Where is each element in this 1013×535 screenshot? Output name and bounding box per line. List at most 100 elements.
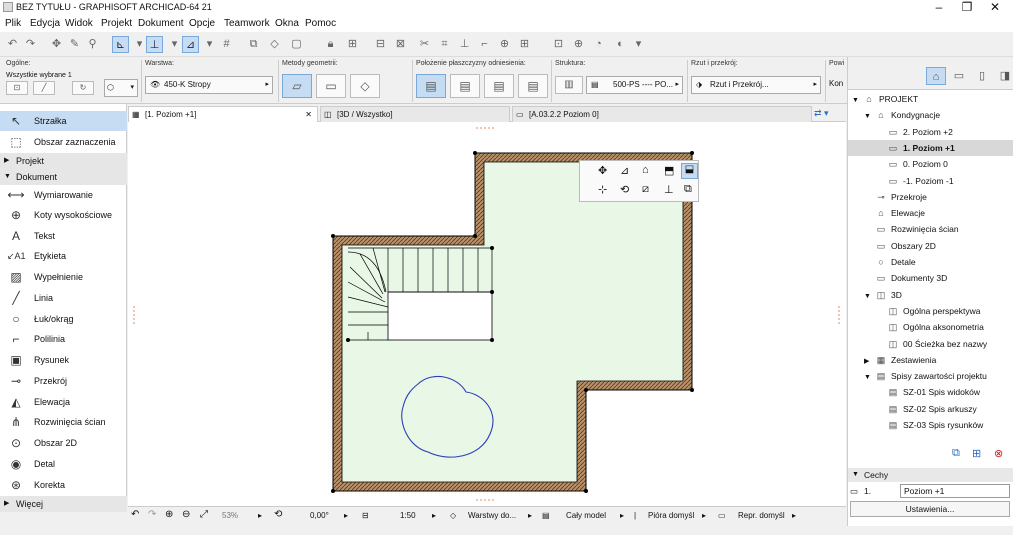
structure-dropdown[interactable]: ▤ 500-PS ---- PO... ▸ <box>586 76 683 94</box>
create-icon[interactable]: ⊕ <box>570 36 587 53</box>
tool-marquee[interactable]: ⬚ Obszar zaznaczenia <box>0 132 127 152</box>
add-polygon-icon[interactable]: ⬒ <box>664 164 674 177</box>
tree-item[interactable]: ▤ SZ-03 Spis rysunków <box>848 417 1013 433</box>
floor-plan-canvas[interactable]: ✥ ⊿ ⌂ ⬒ ⬓ ⊹ ⟲ ⧄ ⊥ ⧉ <box>128 122 846 506</box>
subtract-polygon-icon[interactable]: ⬓ <box>681 163 698 179</box>
properties-header[interactable]: ▼ Cechy <box>848 468 1013 482</box>
clone-folder-icon[interactable]: ⊞ <box>972 447 981 460</box>
tool-detail[interactable]: ◉ Detal <box>0 454 127 474</box>
minimize-icon[interactable]: – <box>925 0 953 16</box>
tree-item[interactable]: ▼ ◫ 3D <box>848 287 1013 303</box>
layout-book-icon[interactable]: ▯ <box>972 67 992 85</box>
guide-icon[interactable]: ⊥ <box>146 36 163 53</box>
tool-level[interactable]: ⊕ Koty wysokościowe <box>0 205 127 225</box>
grid-icon[interactable]: # <box>218 36 235 53</box>
tool-line[interactable]: ╱ Linia <box>0 288 127 308</box>
restore-icon[interactable]: ❐ <box>953 0 981 16</box>
scale-dropdown-icon[interactable]: ▸ <box>432 511 436 520</box>
pick-up-icon[interactable]: ✥ <box>48 36 65 53</box>
tab-layout[interactable]: ▭ [A.03.2.2 Poziom 0] <box>512 106 812 122</box>
slab-shape-dropdown[interactable]: ⬡ ▾ <box>104 79 138 97</box>
story-name-field[interactable]: Poziom +1 <box>900 484 1010 498</box>
display-icon[interactable]: ▢ <box>288 36 305 53</box>
move-icon[interactable]: ⊹ <box>598 183 607 196</box>
drag-icon[interactable]: ✥ <box>598 164 607 177</box>
rectangle-method-icon[interactable]: ▭ <box>316 74 346 98</box>
plane-bottom-icon[interactable]: ▤ <box>484 74 514 98</box>
tool-section[interactable]: ⊸ Przekrój <box>0 371 127 391</box>
suspend-groups-icon[interactable]: ⧉ <box>245 36 262 53</box>
undo-icon[interactable]: ↶ <box>4 36 21 53</box>
menu-plik[interactable]: Plik <box>5 18 21 29</box>
render-icon[interactable]: ◔ <box>590 36 607 53</box>
selection-filter-icon[interactable]: ⊡ <box>6 81 28 95</box>
tree-item[interactable]: ▭ -1. Poziom -1 <box>848 173 1013 189</box>
tool-label[interactable]: ↙A1 Etykieta <box>0 246 127 266</box>
polygon-method-icon[interactable]: ▱ <box>282 74 312 98</box>
fillet-icon[interactable]: ⌐ <box>476 36 493 53</box>
zoom-in-icon[interactable]: ⊕ <box>165 509 173 520</box>
menu-teamwork[interactable]: Teamwork <box>224 18 270 29</box>
tree-item[interactable]: ▭ Rozwinięcia ścian <box>848 221 1013 237</box>
plan-section-dropdown[interactable]: ⬗ Rzut i Przekrój... ▸ <box>691 76 821 94</box>
publisher-icon[interactable]: ◨ <box>995 67 1013 85</box>
close-icon[interactable]: ✕ <box>981 0 1009 16</box>
layer-icon[interactable]: ◇ <box>266 36 283 53</box>
plane-core-icon[interactable]: ▤ <box>450 74 480 98</box>
offset-edge-icon[interactable]: ⌂ <box>642 164 649 176</box>
menu-edycja[interactable]: Edycja <box>30 18 60 29</box>
tree-item[interactable]: ⊸ Przekroje <box>848 189 1013 205</box>
tree-item[interactable]: ⌂ Elewacje <box>848 205 1013 221</box>
scissors-icon[interactable]: ✂ <box>416 36 433 53</box>
tool-change[interactable]: ⊛ Korekta <box>0 475 127 495</box>
layer-dropdown[interactable]: 👁︎ 450-K Stropy ▸ <box>145 76 273 94</box>
ruler-icon[interactable]: ╱ <box>33 81 55 95</box>
zoom-value[interactable]: 53% <box>222 511 238 520</box>
menu-pomoc[interactable]: Pomoc <box>305 18 336 29</box>
snap-icon[interactable]: ⊿ <box>182 36 199 53</box>
trim-icon[interactable]: ⊟ <box>372 36 389 53</box>
tree-item[interactable]: ◫ 00 Ścieżka bez nazwy <box>848 336 1013 352</box>
tree-item[interactable]: ◫ Ogólna perspektywa <box>848 303 1013 319</box>
tool-fill[interactable]: ▨ Wypełnienie <box>0 267 127 287</box>
tree-item[interactable]: ▭ 1. Poziom +1 <box>848 139 1013 156</box>
plane-custom-icon[interactable]: ▤ <box>518 74 548 98</box>
tree-item[interactable]: ▭ Obszary 2D <box>848 238 1013 254</box>
section-projekt[interactable]: ▶ Projekt <box>0 153 127 169</box>
dropdown-icon[interactable]: ▾ <box>201 36 218 53</box>
menu-okna[interactable]: Okna <box>275 18 299 29</box>
split-icon[interactable]: ⊠ <box>392 36 409 53</box>
tool-polyline[interactable]: ⌐ Polilinia <box>0 329 127 349</box>
edit-icon[interactable]: ⌗ <box>436 36 453 53</box>
menu-opcje[interactable]: Opcje <box>189 18 215 29</box>
override-dropdown-icon[interactable]: ▸ <box>792 511 796 520</box>
redo-zoom-icon[interactable]: ↷ <box>148 509 156 520</box>
orientation-icon[interactable]: ⟲ <box>274 509 282 520</box>
intersect-icon[interactable]: ⊕ <box>496 36 513 53</box>
structure-icon[interactable]: ▥ <box>555 76 583 94</box>
lock-icon[interactable]: 🔒︎ <box>322 36 339 53</box>
rotated-rectangle-icon[interactable]: ◇ <box>350 74 380 98</box>
tree-item[interactable]: ◫ Ogólna aksonometria <box>848 319 1013 335</box>
elevate-icon[interactable]: ⊥ <box>664 183 674 196</box>
multiply-icon[interactable]: ⧉ <box>684 183 692 196</box>
menu-dokument[interactable]: Dokument <box>138 18 184 29</box>
tab-floor-plan[interactable]: ▦ [1. Poziom +1] ✕ <box>128 106 318 122</box>
tree-item[interactable]: ▤ SZ-02 Spis arkuszy <box>848 401 1013 417</box>
tool-text[interactable]: A Tekst <box>0 226 127 246</box>
dropdown-icon[interactable]: ▾ <box>630 36 647 53</box>
offset-icon[interactable]: ⊥ <box>456 36 473 53</box>
rotate-selection-icon[interactable]: ⟲ <box>620 183 629 196</box>
tool-drawing[interactable]: ▣ Rysunek <box>0 350 127 370</box>
tree-item[interactable]: ▶ ▦ Zestawienia <box>848 352 1013 368</box>
angle-dropdown-icon[interactable]: ▸ <box>344 511 348 520</box>
tree-item[interactable]: ▭ Dokumenty 3D <box>848 270 1013 286</box>
layer-combo[interactable]: Warstwy do... <box>468 511 516 520</box>
new-view-icon[interactable]: ⧉ <box>952 447 960 460</box>
layer-dropdown-icon[interactable]: ▸ <box>528 511 532 520</box>
scale-value[interactable]: 1:50 <box>400 511 416 520</box>
arrow-mode-icon[interactable]: ⊾ <box>112 36 129 53</box>
section-more[interactable]: ▶ Więcej <box>0 496 127 512</box>
model-view-value[interactable]: Cały model <box>566 511 606 520</box>
mirror-icon[interactable]: ⧄ <box>642 183 649 196</box>
